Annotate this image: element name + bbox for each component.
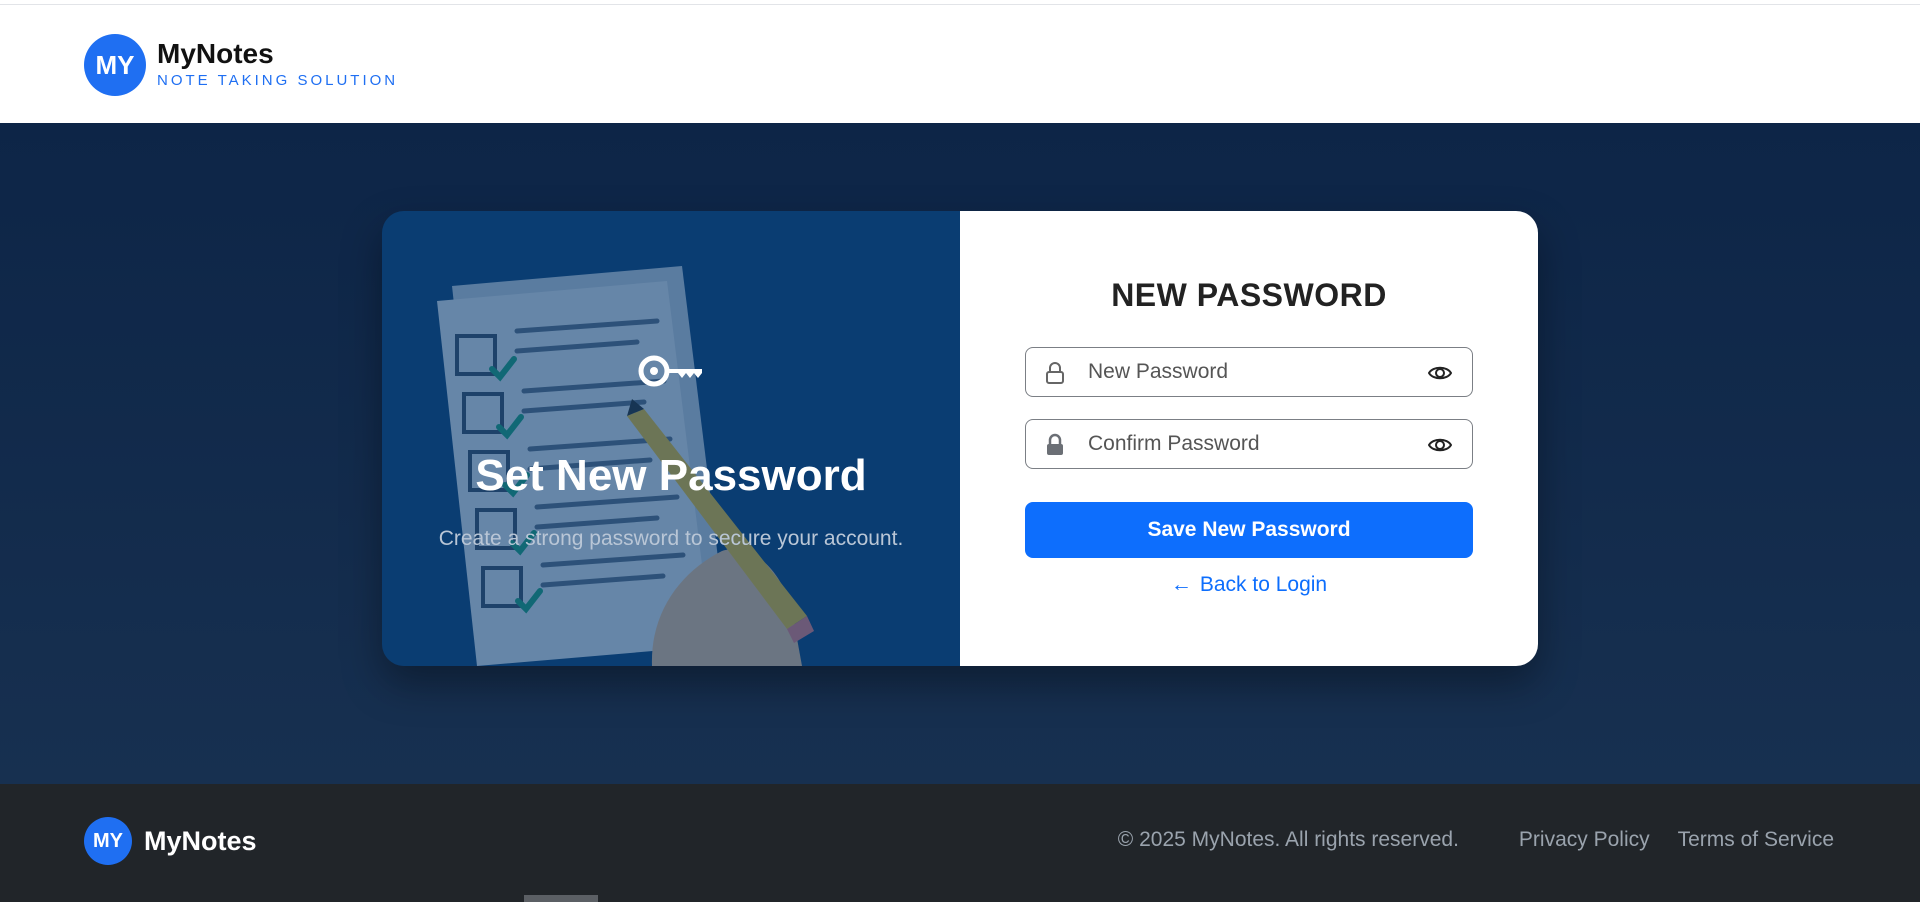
footer-copyright: © 2025 MyNotes. All rights reserved. xyxy=(1117,828,1459,851)
form-title: NEW PASSWORD xyxy=(1111,277,1387,313)
brand-logo: MY xyxy=(84,34,146,96)
terms-of-service-link[interactable]: Terms of Service xyxy=(1678,828,1834,852)
card-right-panel: NEW PASSWORD Save New Password ← Back to… xyxy=(960,211,1538,666)
footer-brand[interactable]: MY MyNotes xyxy=(84,817,257,865)
lock-outline-icon xyxy=(1046,362,1064,384)
new-password-input[interactable] xyxy=(1088,348,1418,396)
lock-filled-icon xyxy=(1047,433,1063,455)
brand-text: MyNotes NOTE TAKING SOLUTION xyxy=(157,39,398,91)
main-section: Set New Password Create a strong passwor… xyxy=(0,123,1920,784)
eye-icon[interactable] xyxy=(1428,363,1452,383)
brand-tagline: NOTE TAKING SOLUTION xyxy=(157,72,399,89)
footer-logo: MY xyxy=(84,817,132,865)
brand-name: MyNotes xyxy=(157,38,274,69)
left-panel-content: Set New Password Create a strong passwor… xyxy=(382,211,960,666)
back-to-login-link[interactable]: ← Back to Login xyxy=(960,573,1538,597)
privacy-policy-link[interactable]: Privacy Policy xyxy=(1519,828,1650,852)
confirm-password-field xyxy=(1025,419,1473,469)
scroll-tab[interactable] xyxy=(524,895,598,902)
back-to-login-label: Back to Login xyxy=(1199,573,1328,596)
site-footer: MY MyNotes © 2025 MyNotes. All rights re… xyxy=(0,784,1920,902)
footer-right: © 2025 MyNotes. All rights reserved. Pri… xyxy=(1118,828,1834,852)
header-brand[interactable]: MY MyNotes NOTE TAKING SOLUTION xyxy=(84,34,398,96)
site-header: MY MyNotes NOTE TAKING SOLUTION xyxy=(0,5,1920,123)
confirm-password-input[interactable] xyxy=(1088,420,1418,468)
arrow-left-icon: ← xyxy=(1170,573,1192,596)
new-password-field xyxy=(1025,347,1473,397)
eye-icon[interactable] xyxy=(1428,435,1452,455)
left-panel-subtitle: Create a strong password to secure your … xyxy=(438,527,904,550)
left-panel-title: Set New Password xyxy=(475,451,867,500)
key-icon xyxy=(638,355,702,387)
save-new-password-button[interactable]: Save New Password xyxy=(1025,502,1473,558)
card-left-panel: Set New Password Create a strong passwor… xyxy=(382,211,960,666)
footer-brand-name: MyNotes xyxy=(144,825,257,856)
reset-password-card: Set New Password Create a strong passwor… xyxy=(382,211,1538,666)
